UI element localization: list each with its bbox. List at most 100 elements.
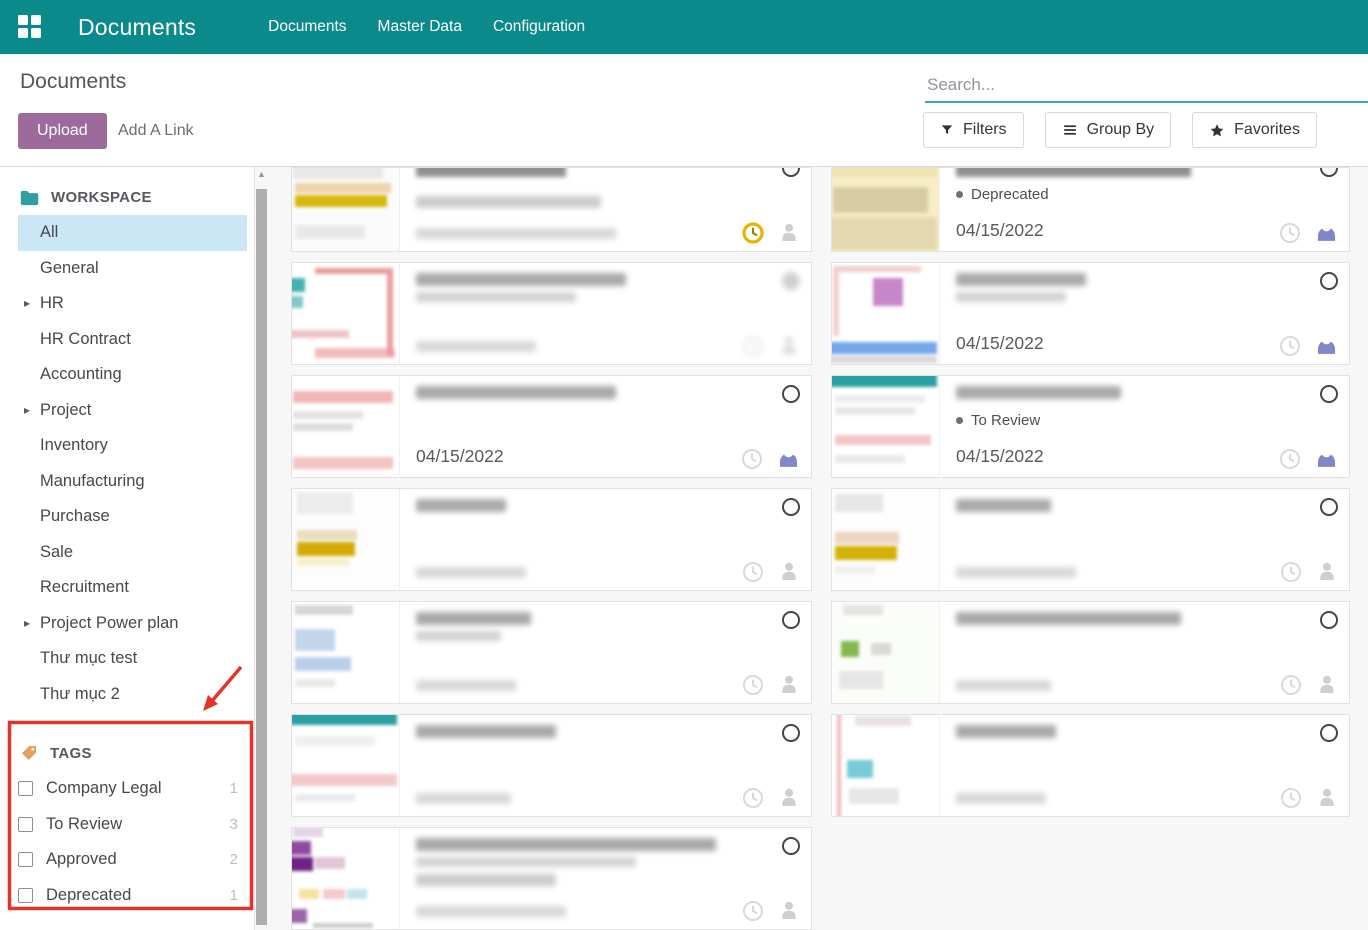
document-card[interactable]: 04/15/2022 (831, 262, 1350, 365)
document-thumbnail (292, 489, 400, 591)
tag-checkbox[interactable] (18, 888, 33, 903)
app-brand-title: Documents (78, 14, 196, 41)
activity-clock-icon[interactable] (1278, 334, 1302, 358)
nav-item-master-data[interactable]: Master Data (378, 18, 462, 36)
select-circle[interactable] (782, 837, 800, 855)
tag-checkbox[interactable] (18, 781, 33, 796)
activity-clock-icon[interactable] (1278, 221, 1302, 245)
expand-caret-icon[interactable]: ▸ (24, 606, 30, 642)
sidebar-item-all[interactable]: ▸ All (18, 215, 247, 251)
sidebar-item-recruitment[interactable]: ▸ Recruitment (18, 570, 247, 606)
document-date: 04/15/2022 (416, 446, 504, 467)
sidebar-scrollbar[interactable]: ▲ (254, 167, 268, 930)
document-footer-blurred (416, 906, 566, 917)
apps-grid-icon[interactable] (18, 15, 42, 39)
select-circle[interactable] (782, 385, 800, 403)
document-card[interactable] (291, 601, 812, 704)
document-thumbnail (292, 828, 400, 930)
select-circle[interactable] (1320, 167, 1338, 177)
sidebar-item-thư-mục-2[interactable]: ▸ Thư mục 2 (18, 677, 247, 713)
select-circle[interactable] (782, 272, 800, 290)
group-by-icon (1062, 123, 1078, 137)
nav-item-documents[interactable]: Documents (268, 18, 346, 36)
sidebar-item-project[interactable]: ▸ Project (18, 393, 247, 429)
sidebar-item-general[interactable]: ▸ General (18, 251, 247, 287)
sidebar: WORKSPACE ▸ All ▸ General ▸ HR ▸ HR Cont… (0, 167, 268, 930)
tag-checkbox[interactable] (18, 817, 33, 832)
document-title-blurred (956, 612, 1181, 625)
sidebar-item-inventory[interactable]: ▸ Inventory (18, 428, 247, 464)
sidebar-item-sale[interactable]: ▸ Sale (18, 535, 247, 571)
activity-clock-icon[interactable] (741, 786, 765, 810)
document-thumbnail (292, 715, 400, 817)
activity-clock-icon[interactable] (741, 560, 765, 584)
select-circle[interactable] (1320, 385, 1338, 403)
favorites-button[interactable]: Favorites (1192, 112, 1317, 148)
person-icon (1315, 560, 1339, 584)
document-card[interactable] (291, 167, 812, 252)
documents-app: Documents Documents Master Data Configur… (0, 0, 1368, 930)
tag-count: 1 (230, 887, 238, 904)
document-card[interactable] (831, 714, 1350, 817)
document-thumbnail (832, 376, 940, 478)
nav-item-configuration[interactable]: Configuration (493, 18, 585, 36)
sidebar-item-manufacturing[interactable]: ▸ Manufacturing (18, 464, 247, 500)
activity-clock-icon[interactable] (741, 221, 765, 245)
tag-label: Deprecated (46, 886, 131, 905)
avatar-icon (1314, 446, 1339, 471)
select-circle[interactable] (1320, 498, 1338, 516)
control-panel: Documents Upload Add A Link Filters Grou… (0, 54, 1368, 167)
document-card[interactable] (831, 601, 1350, 704)
activity-clock-icon[interactable] (1279, 673, 1303, 697)
tag-filter-approved[interactable]: Approved 2 (18, 842, 247, 878)
document-card[interactable]: To Review 04/15/2022 (831, 375, 1350, 478)
tag-filter-deprecated[interactable]: Deprecated 1 (18, 878, 247, 914)
filters-button[interactable]: Filters (923, 112, 1024, 148)
document-card[interactable] (291, 488, 812, 591)
sidebar-item-thư-mục-test[interactable]: ▸ Thư mục test (18, 641, 247, 677)
sidebar-item-purchase[interactable]: ▸ Purchase (18, 499, 247, 535)
tag-filter-to-review[interactable]: To Review 3 (18, 807, 247, 843)
activity-clock-icon[interactable] (1279, 560, 1303, 584)
select-circle[interactable] (1320, 724, 1338, 742)
document-card[interactable] (291, 714, 812, 817)
tag-filter-company-legal[interactable]: Company Legal 1 (18, 771, 247, 807)
document-thumbnail (832, 715, 940, 817)
search-box (925, 71, 1368, 103)
document-subtitle-blurred (956, 292, 1066, 302)
select-circle[interactable] (782, 724, 800, 742)
sidebar-item-hr-contract[interactable]: ▸ HR Contract (18, 322, 247, 358)
activity-clock-icon[interactable] (741, 899, 765, 923)
scrollbar-thumb[interactable] (256, 189, 267, 925)
search-input[interactable] (925, 71, 1368, 101)
sidebar-item-project-power-plan[interactable]: ▸ Project Power plan (18, 606, 247, 642)
activity-clock-icon[interactable] (741, 673, 765, 697)
activity-clock-icon[interactable] (741, 334, 765, 358)
group-by-button[interactable]: Group By (1045, 112, 1172, 148)
document-card[interactable] (831, 488, 1350, 591)
document-card[interactable]: 04/15/2022 (291, 375, 812, 478)
select-circle[interactable] (782, 498, 800, 516)
person-icon (777, 334, 801, 358)
activity-clock-icon[interactable] (1279, 786, 1303, 810)
person-icon (777, 899, 801, 923)
document-card[interactable] (291, 262, 812, 365)
scrollbar-up-icon[interactable]: ▲ (255, 169, 268, 179)
tag-checkbox[interactable] (18, 852, 33, 867)
sidebar-item-hr[interactable]: ▸ HR (18, 286, 247, 322)
select-circle[interactable] (782, 167, 800, 177)
document-card[interactable]: Deprecated 04/15/2022 (831, 167, 1350, 252)
activity-clock-icon[interactable] (740, 447, 764, 471)
upload-button[interactable]: Upload (18, 113, 107, 149)
expand-caret-icon[interactable]: ▸ (24, 286, 30, 322)
nav-menu: Documents Master Data Configuration (268, 18, 585, 36)
sidebar-item-accounting[interactable]: ▸ Accounting (18, 357, 247, 393)
select-circle[interactable] (1320, 272, 1338, 290)
add-a-link-button[interactable]: Add A Link (118, 122, 194, 140)
select-circle[interactable] (782, 611, 800, 629)
person-icon (777, 786, 801, 810)
activity-clock-icon[interactable] (1278, 447, 1302, 471)
expand-caret-icon[interactable]: ▸ (24, 393, 30, 429)
document-card[interactable] (291, 827, 812, 930)
select-circle[interactable] (1320, 611, 1338, 629)
